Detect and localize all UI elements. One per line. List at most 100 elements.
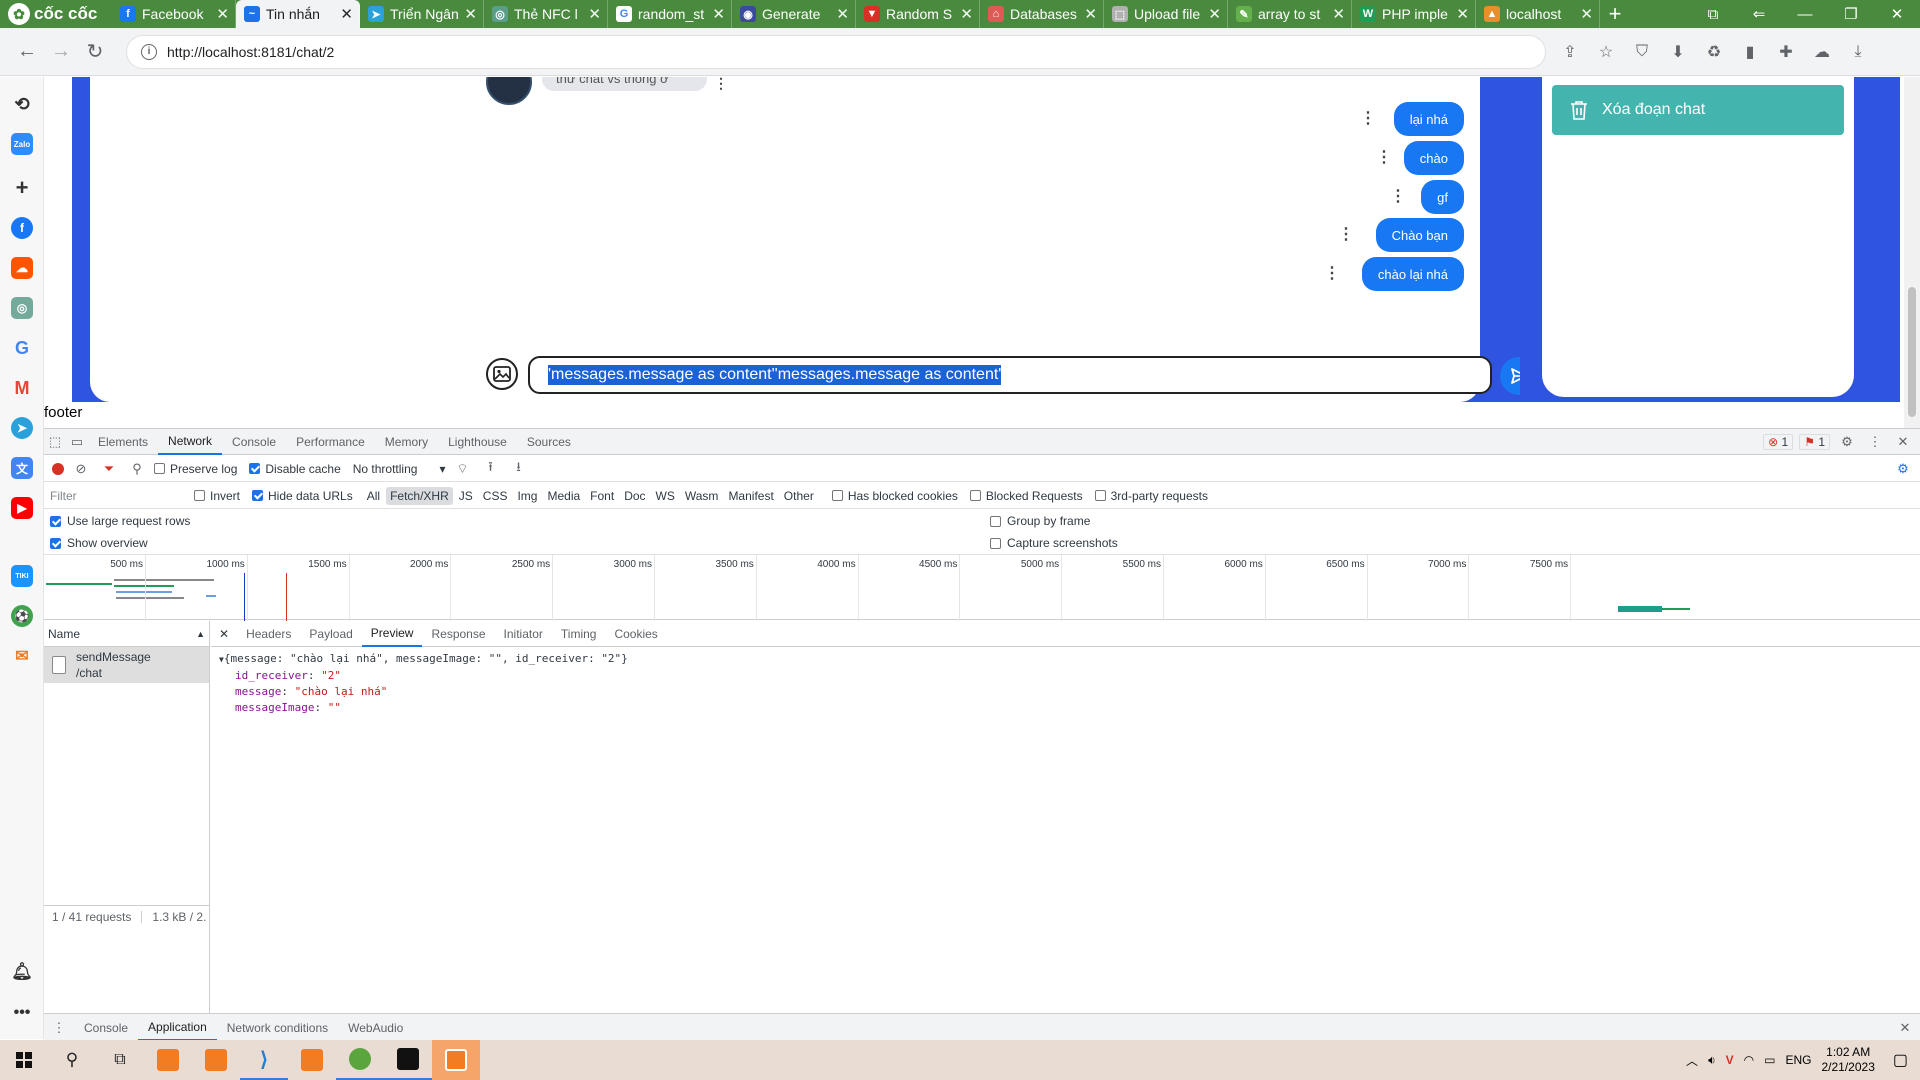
detail-tab-headers[interactable]: Headers — [237, 621, 300, 647]
shield-icon[interactable]: ⛉ — [1628, 38, 1656, 66]
page-scrollbar[interactable] — [1904, 77, 1920, 428]
preserve-log-checkbox[interactable]: Preserve log — [154, 462, 237, 476]
request-row[interactable]: sendMessage /chat — [44, 647, 209, 683]
terminal-app[interactable] — [384, 1040, 432, 1080]
filter-input[interactable]: Filter — [48, 486, 188, 506]
notification-center-icon[interactable]: ▢ — [1893, 1050, 1908, 1070]
browser-tab[interactable]: ◉ Generate ✕ — [732, 0, 856, 28]
downloads-tray-icon[interactable]: ⤓ — [1844, 38, 1872, 66]
browser-tab[interactable]: ⬚ Upload file ✕ — [1104, 0, 1228, 28]
site-info-icon[interactable]: i — [141, 43, 157, 60]
add-sidebar-icon[interactable]: + — [11, 175, 33, 200]
xampp-app[interactable] — [288, 1040, 336, 1080]
name-column-header[interactable]: Name ▲ — [44, 621, 209, 647]
close-window-button[interactable]: ✕ — [1874, 0, 1920, 28]
drawer-tab-console[interactable]: Console — [74, 1015, 138, 1041]
drawer-tab-application[interactable]: Application — [138, 1015, 217, 1041]
messenger-icon[interactable]: f — [11, 217, 33, 239]
battery-icon[interactable]: ▭ — [1764, 1053, 1775, 1067]
close-tab-icon[interactable]: ✕ — [340, 5, 353, 23]
message-options-icon[interactable]: ⋮ — [1376, 150, 1392, 166]
third-party-checkbox[interactable]: 3rd-party requests — [1094, 489, 1208, 503]
browser-tab[interactable]: ➤ Triển Ngân ✕ — [360, 0, 484, 28]
task-view-button[interactable]: ⧉ — [96, 1040, 144, 1080]
language-indicator[interactable]: ENG — [1785, 1053, 1811, 1067]
profile-cloud-icon[interactable]: ☁ — [1808, 38, 1836, 66]
minimize-button[interactable]: — — [1782, 0, 1828, 28]
message-options-icon[interactable]: ⋮ — [1324, 266, 1340, 282]
start-button[interactable] — [0, 1040, 48, 1080]
device-toolbar-icon[interactable]: ▭ — [66, 431, 88, 453]
browser-tab[interactable]: W PHP imple ✕ — [1352, 0, 1476, 28]
devtools-tab-network[interactable]: Network — [158, 429, 223, 455]
browser-tab[interactable]: ▲ localhost ✕ — [1476, 0, 1600, 28]
capture-screenshots-checkbox[interactable]: Capture screenshots — [990, 536, 1118, 550]
xampp-app-active[interactable] — [432, 1040, 480, 1080]
gmail-icon[interactable]: M — [11, 377, 33, 399]
filter-type-doc[interactable]: Doc — [620, 487, 649, 505]
filter-type-font[interactable]: Font — [586, 487, 618, 505]
message-options-icon[interactable]: ⋮ — [1390, 189, 1406, 205]
shop-icon[interactable]: ✉ — [11, 645, 33, 667]
blocked-requests-checkbox[interactable]: Blocked Requests — [969, 489, 1083, 503]
message-options-icon[interactable]: ⋮ — [714, 77, 728, 92]
filter-type-wasm[interactable]: Wasm — [681, 487, 723, 505]
bookmark-star-icon[interactable]: ☆ — [1592, 38, 1620, 66]
filter-type-ws[interactable]: WS — [652, 487, 679, 505]
drawer-tab-webaudio[interactable]: WebAudio — [338, 1015, 413, 1041]
close-tab-icon[interactable]: ✕ — [464, 5, 477, 23]
import-har-icon[interactable]: ⭱ — [479, 458, 501, 480]
close-drawer-icon[interactable]: ✕ — [1894, 1017, 1916, 1039]
browser-tab[interactable]: ◎ Thẻ NFC l ✕ — [484, 0, 608, 28]
delete-chat-button[interactable]: Xóa đoạn chat — [1552, 85, 1844, 135]
close-tab-icon[interactable]: ✕ — [1456, 5, 1469, 23]
browser-tab[interactable]: Grandom_st ✕ — [608, 0, 732, 28]
drawer-menu-icon[interactable]: ⋮ — [48, 1017, 70, 1039]
antivirus-icon[interactable]: V — [1726, 1053, 1734, 1067]
coccoc-logo[interactable]: ✿ cốc cốc — [0, 0, 112, 28]
close-devtools-icon[interactable]: ✕ — [1892, 431, 1914, 453]
filter-type-js[interactable]: JS — [455, 487, 477, 505]
message-options-icon[interactable]: ⋮ — [1360, 111, 1376, 127]
show-overview-checkbox[interactable]: Show overview — [50, 536, 148, 550]
search-icon[interactable]: ⚲ — [126, 458, 148, 480]
large-rows-checkbox[interactable]: Use large request rows — [50, 514, 190, 528]
close-tab-icon[interactable]: ✕ — [712, 5, 725, 23]
close-tab-icon[interactable]: ✕ — [1208, 5, 1221, 23]
detail-tab-preview[interactable]: Preview — [361, 621, 423, 647]
detail-tab-payload[interactable]: Payload — [300, 621, 361, 647]
tab-search-icon[interactable]: ⧉ — [1690, 0, 1736, 28]
translate-icon[interactable]: 文 — [11, 457, 33, 479]
history-icon[interactable]: ⟲ — [11, 93, 33, 115]
sidebar-toggle-icon[interactable]: ▮ — [1736, 38, 1764, 66]
detail-tab-initiator[interactable]: Initiator — [495, 621, 552, 647]
filter-type-other[interactable]: Other — [780, 487, 818, 505]
drawer-tab-network-conditions[interactable]: Network conditions — [217, 1015, 338, 1041]
tiki-icon[interactable]: TIKI — [11, 565, 33, 587]
hide-data-urls-checkbox[interactable]: Hide data URLs — [252, 489, 353, 503]
detail-tab-timing[interactable]: Timing — [552, 621, 606, 647]
google-icon[interactable]: G — [11, 337, 33, 359]
disable-cache-checkbox[interactable]: Disable cache — [249, 462, 341, 476]
error-count-badge[interactable]: ⊗ 1 — [1763, 433, 1794, 450]
coccoc-app[interactable] — [336, 1040, 384, 1080]
close-tab-icon[interactable]: ✕ — [960, 5, 973, 23]
issues-count-badge[interactable]: ⚑ 1 — [1799, 433, 1830, 450]
devtools-tab-sources[interactable]: Sources — [517, 429, 581, 455]
close-tab-icon[interactable]: ✕ — [1084, 5, 1097, 23]
has-blocked-cookies-checkbox[interactable]: Has blocked cookies — [831, 489, 958, 503]
back-button[interactable]: ← — [10, 35, 44, 69]
detail-tab-response[interactable]: Response — [422, 621, 494, 647]
notifications-bell-icon[interactable]: 🔔︎ — [11, 961, 33, 983]
devtools-tab-lighthouse[interactable]: Lighthouse — [438, 429, 517, 455]
more-icon[interactable]: ••• — [11, 1002, 33, 1024]
chatgpt-icon[interactable]: ◎ — [11, 297, 33, 319]
devtools-tab-elements[interactable]: Elements — [88, 429, 158, 455]
forward-button[interactable]: → — [44, 35, 78, 69]
close-tab-icon[interactable]: ✕ — [1332, 5, 1345, 23]
filter-type-all[interactable]: All — [363, 487, 384, 505]
record-icon[interactable] — [52, 462, 64, 475]
extension-recycle-icon[interactable]: ♻ — [1700, 38, 1728, 66]
volume-icon[interactable]: 🔉︎ — [1708, 1053, 1716, 1068]
export-har-icon[interactable]: ⭳ — [507, 458, 529, 480]
